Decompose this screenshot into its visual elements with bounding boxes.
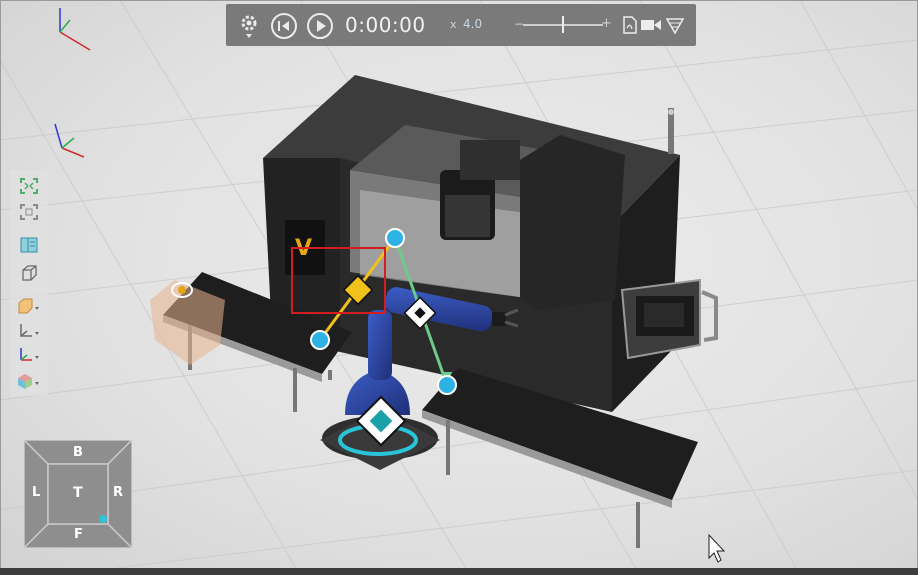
speed-value: 4.0: [463, 17, 483, 31]
axes-colored-icon[interactable]: [17, 344, 41, 366]
view-cube-label-front: F: [74, 527, 83, 542]
fit-selection-icon[interactable]: [17, 201, 41, 223]
time-readout: 0:00:00: [345, 13, 426, 37]
shaded-box-icon[interactable]: [17, 295, 41, 317]
view-cube-label-right: R: [113, 485, 124, 500]
local-axis-triad: [54, 123, 85, 158]
handle-point-left[interactable]: [310, 330, 330, 350]
playback-toolbar: 0:00:00 x 4.0 − +: [226, 4, 696, 46]
video-camera-icon[interactable]: [640, 16, 662, 34]
render-mode-icon[interactable]: [17, 370, 41, 392]
fit-all-icon[interactable]: [17, 175, 41, 197]
wireframe-cube-icon[interactable]: [17, 262, 41, 284]
speed-prefix: x: [450, 18, 457, 31]
render-effects-icon[interactable]: [664, 14, 686, 36]
view-cube-label-back: B: [73, 445, 83, 460]
skip-back-icon[interactable]: [270, 12, 298, 40]
axes-frame-icon[interactable]: [17, 320, 41, 342]
handle-point-right[interactable]: [437, 375, 457, 395]
play-icon[interactable]: [306, 12, 334, 40]
scene-canvas[interactable]: V: [0, 0, 918, 575]
split-view-icon[interactable]: [17, 234, 41, 256]
view-cube-indicator: [99, 515, 107, 523]
view-cube-label-top: T: [73, 485, 83, 501]
pdf-export-icon[interactable]: [622, 15, 638, 35]
handle-point-top[interactable]: [385, 228, 405, 248]
speed-increase-button[interactable]: +: [601, 16, 612, 31]
mouse-cursor: [708, 533, 726, 563]
gear-icon[interactable]: [238, 12, 260, 40]
view-tools-panel: [10, 170, 48, 396]
view-cube-label-left: L: [32, 485, 41, 500]
view-cube[interactable]: B L T R F: [24, 440, 132, 548]
speed-slider-thumb[interactable]: [562, 16, 564, 33]
3d-viewport[interactable]: V 0:00:00 x 4.0 − + B L T R F: [0, 0, 918, 575]
world-axis-triad: [59, 8, 91, 51]
status-strip: [0, 568, 918, 575]
